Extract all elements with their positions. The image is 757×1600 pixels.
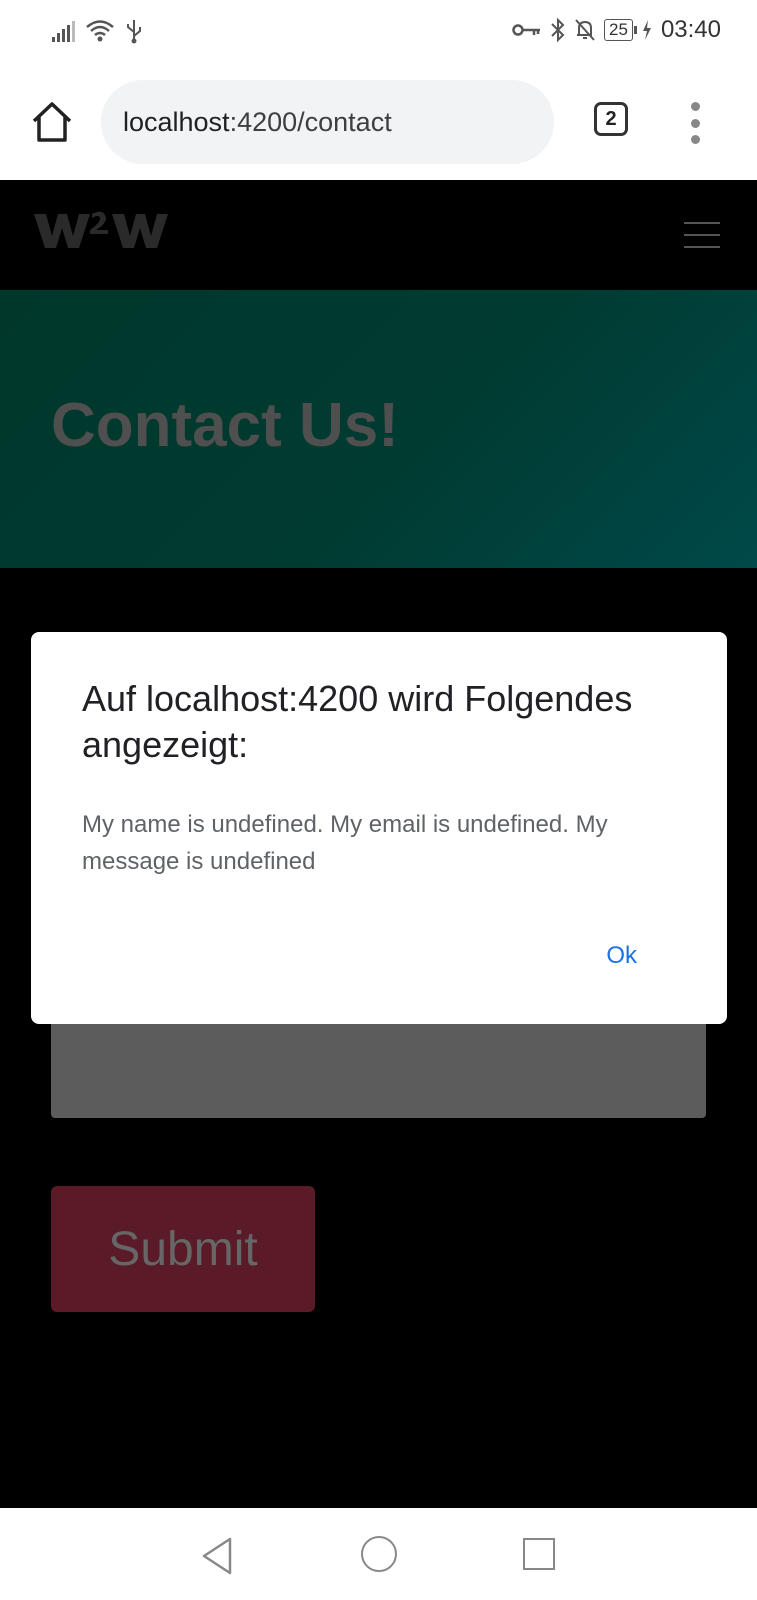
usb-icon xyxy=(127,20,141,44)
home-icon[interactable] xyxy=(30,100,74,144)
browser-toolbar: localhost:4200/contact 2 xyxy=(0,66,757,180)
alert-dialog: Auf localhost:4200 wird Folgendes angeze… xyxy=(31,632,727,1024)
tab-switcher-button[interactable]: 2 xyxy=(594,102,628,136)
back-icon[interactable] xyxy=(200,1536,234,1576)
home-nav-icon[interactable] xyxy=(361,1536,397,1572)
tab-count: 2 xyxy=(605,107,617,130)
url-path: :4200/contact xyxy=(229,106,392,137)
site-navbar xyxy=(0,180,757,290)
vpn-key-icon xyxy=(512,24,541,36)
mute-bell-icon xyxy=(575,19,595,41)
address-bar[interactable]: localhost:4200/contact xyxy=(101,80,554,164)
url-host: localhost xyxy=(123,106,230,137)
status-right: 25 03:40 xyxy=(512,16,721,44)
hamburger-line xyxy=(684,222,720,224)
dialog-title: Auf localhost:4200 wird Folgendes angeze… xyxy=(82,678,633,765)
hamburger-line xyxy=(684,246,720,248)
submit-label: Submit xyxy=(108,1222,258,1276)
recents-icon[interactable] xyxy=(523,1538,555,1570)
system-navigation-bar xyxy=(0,1508,757,1600)
charging-icon xyxy=(642,20,651,40)
menu-dot xyxy=(690,135,700,144)
hamburger-menu-icon[interactable] xyxy=(684,222,720,248)
signal-icon xyxy=(52,20,75,42)
site-logo[interactable] xyxy=(34,210,186,250)
dialog-message: My name is undefined. My email is undefi… xyxy=(82,811,608,875)
page-title: Contact Us! xyxy=(51,391,399,460)
bluetooth-icon xyxy=(551,17,565,43)
battery-indicator: 25 xyxy=(604,19,637,41)
wifi-icon xyxy=(86,20,114,42)
hamburger-line xyxy=(684,234,720,236)
menu-dot xyxy=(690,102,700,111)
status-bar: 25 03:40 xyxy=(0,0,757,66)
browser-menu-button[interactable] xyxy=(688,102,702,144)
ok-button[interactable]: Ok xyxy=(606,942,637,970)
clock: 03:40 xyxy=(660,16,721,43)
status-left xyxy=(52,18,143,44)
menu-dot xyxy=(690,118,700,128)
hero-banner: Contact Us! xyxy=(0,290,757,568)
submit-button[interactable]: Submit xyxy=(51,1186,315,1312)
